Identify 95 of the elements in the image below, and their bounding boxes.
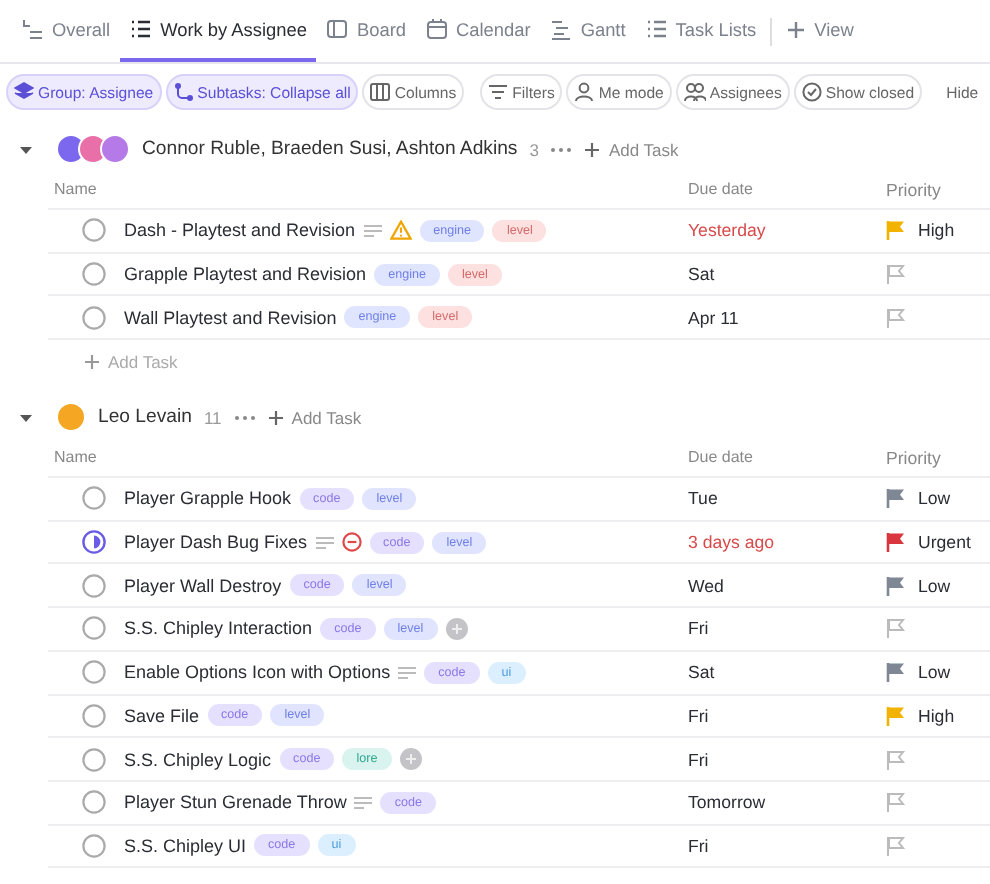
- add-task-button[interactable]: Add Task: [267, 407, 362, 428]
- status-icon[interactable]: [82, 305, 106, 330]
- column-header: Name: [52, 180, 99, 198]
- task-name[interactable]: Grapple Playtest and Revision: [124, 264, 367, 285]
- task-count: 3: [529, 139, 539, 159]
- list-icon: [130, 18, 153, 40]
- columns-icon: [370, 82, 391, 102]
- check-circle-icon: [801, 82, 822, 102]
- calendar-icon: [426, 18, 449, 40]
- task-name[interactable]: Player Stun Grenade Throw: [124, 792, 347, 813]
- people-icon: [683, 82, 706, 102]
- status-icon[interactable]: [82, 616, 106, 641]
- filter-icon: [488, 82, 509, 102]
- due-date[interactable]: 3 days ago: [688, 532, 886, 553]
- view-tab[interactable]: Overall: [12, 0, 121, 62]
- view-tab[interactable]: Board: [316, 0, 417, 62]
- column-header: Name: [52, 448, 99, 467]
- status-icon[interactable]: [82, 486, 106, 511]
- due-date[interactable]: Apr 11: [688, 307, 886, 328]
- due-date[interactable]: Fri: [688, 618, 886, 639]
- due-date[interactable]: Fri: [688, 835, 886, 856]
- flag-icon[interactable]: [886, 792, 906, 813]
- view-tab[interactable]: View: [776, 0, 864, 62]
- layers-icon: [14, 82, 34, 102]
- more-tags-icon[interactable]: [445, 617, 468, 640]
- status-icon[interactable]: [82, 747, 106, 772]
- status-icon[interactable]: [82, 573, 106, 598]
- column-header: Due date: [688, 180, 755, 198]
- group-name: Connor Ruble, Braeden Susi, Ashton Adkins: [142, 138, 518, 160]
- priority-label: Urgent: [918, 532, 971, 553]
- task-name[interactable]: S.S. Chipley Logic: [124, 749, 272, 770]
- add-task-button[interactable]: Add Task: [84, 340, 178, 383]
- flag-icon[interactable]: [886, 264, 906, 285]
- plus-icon: [267, 409, 284, 426]
- caret-icon[interactable]: [18, 141, 34, 157]
- due-date[interactable]: Sat: [688, 662, 886, 683]
- flag-icon[interactable]: [886, 532, 906, 553]
- list-icon: [645, 18, 668, 40]
- status-icon[interactable]: [82, 530, 106, 555]
- due-date[interactable]: Sat: [688, 264, 886, 285]
- caret-icon[interactable]: [18, 409, 34, 426]
- status-icon[interactable]: [82, 833, 106, 858]
- more-icon[interactable]: [233, 413, 256, 422]
- priority-label: High: [918, 705, 955, 726]
- task-name[interactable]: Player Grapple Hook: [124, 488, 292, 509]
- priority-label: Low: [918, 488, 951, 509]
- plus-icon: [84, 353, 100, 370]
- due-date[interactable]: Tue: [688, 488, 886, 509]
- plus-icon: [786, 19, 807, 39]
- person-icon: [574, 82, 595, 102]
- due-date[interactable]: Yesterday: [688, 220, 886, 241]
- status-icon[interactable]: [82, 790, 106, 815]
- group-name: Leo Levain: [98, 406, 192, 429]
- gantt-icon: [550, 18, 573, 40]
- subtasks-icon: [173, 82, 194, 102]
- view-tab[interactable]: Task Lists: [635, 0, 767, 62]
- task-count: 11: [203, 407, 222, 428]
- more-icon[interactable]: [550, 145, 573, 153]
- task-name[interactable]: S.S. Chipley Interaction: [124, 618, 313, 639]
- due-date[interactable]: Fri: [688, 749, 886, 770]
- view-tab[interactable]: Calendar: [416, 0, 541, 62]
- add-task-button[interactable]: Add Task: [584, 139, 679, 159]
- due-date[interactable]: Wed: [688, 575, 886, 596]
- due-date[interactable]: Fri: [688, 705, 886, 726]
- board-icon: [326, 18, 349, 40]
- flag-icon[interactable]: [886, 488, 906, 509]
- column-header: Priority: [886, 447, 943, 468]
- task-name[interactable]: Save File: [124, 705, 200, 726]
- task-name[interactable]: Player Wall Destroy: [124, 575, 282, 596]
- flag-icon[interactable]: [886, 835, 906, 856]
- priority-label: Low: [918, 662, 951, 683]
- column-header: Due date: [688, 448, 755, 467]
- due-date[interactable]: Tomorrow: [688, 792, 886, 813]
- flag-icon[interactable]: [886, 749, 906, 770]
- more-tags-icon[interactable]: [399, 748, 422, 771]
- flag-icon[interactable]: [886, 575, 906, 596]
- status-icon[interactable]: [82, 660, 106, 685]
- column-header: Priority: [886, 179, 943, 199]
- task-name[interactable]: S.S. Chipley UI: [124, 835, 247, 856]
- priority-label: High: [918, 220, 955, 241]
- task-name[interactable]: Wall Playtest and Revision: [124, 307, 337, 328]
- status-icon[interactable]: [82, 262, 106, 287]
- task-name[interactable]: Player Dash Bug Fixes: [124, 532, 308, 553]
- status-icon[interactable]: [82, 218, 106, 243]
- list-icon: [22, 18, 44, 40]
- priority-label: Low: [918, 575, 951, 596]
- flag-icon[interactable]: [886, 307, 906, 328]
- view-tab[interactable]: Gantt: [540, 0, 636, 62]
- task-name[interactable]: Dash - Playtest and Revision: [124, 220, 356, 241]
- task-name[interactable]: Enable Options Icon with Options: [124, 662, 391, 683]
- view-tab[interactable]: Work by Assignee: [120, 0, 317, 62]
- flag-icon[interactable]: [886, 662, 906, 683]
- status-icon[interactable]: [82, 703, 106, 728]
- plus-icon: [584, 141, 601, 157]
- flag-icon[interactable]: [886, 618, 906, 639]
